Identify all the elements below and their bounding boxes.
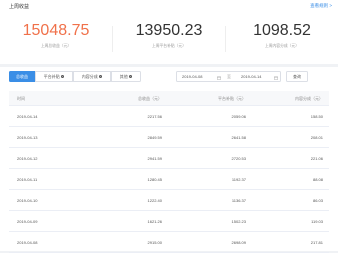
table-row: 2019-04-14 2217.56 2059.06 158.50: [9, 106, 329, 127]
calendar-icon: [217, 76, 221, 80]
cell-date: 2019-04-10: [17, 198, 38, 203]
table-row: 2019-04-08 2915.00 2698.09 217.81: [9, 232, 329, 253]
help-icon[interactable]: ?: [60, 74, 65, 79]
start-date-input[interactable]: 2019-04-08: [182, 72, 202, 82]
cell-content: 119.03: [311, 219, 323, 224]
table-row: 2019-04-12 2941.59 2720.53 221.06: [9, 148, 329, 169]
help-icon[interactable]: ?: [98, 74, 103, 79]
table-row: 2019-04-10 1222.40 1136.37 86.03: [9, 190, 329, 211]
cell-total: 1222.40: [147, 198, 162, 203]
table-header: 时间 总收益（元） 平台补贴（元） 内容分成（元）: [9, 91, 329, 106]
query-button[interactable]: 查询: [286, 71, 308, 82]
cell-total: 2915.00: [147, 240, 162, 245]
cell-total: 2941.59: [147, 156, 162, 161]
end-date-input[interactable]: 2019-04-14: [241, 72, 261, 82]
header-content: 内容分成（元）: [295, 96, 323, 101]
summary-card: 上周收益 查看规则 > 15048.75 上周总收益（元） 13950.23 上…: [0, 0, 338, 64]
cell-content: 217.81: [310, 240, 323, 245]
stat-label: 上周平台补贴（元）: [151, 44, 187, 48]
stats-row: 15048.75 上周总收益（元） 13950.23 上周平台补贴（元） 109…: [0, 22, 338, 58]
date-range-picker[interactable]: 2019-04-08 至 2019-04-14: [176, 71, 281, 82]
cell-date: 2019-04-13: [17, 135, 38, 140]
cell-platform: 2720.53: [231, 156, 246, 161]
cell-platform: 1136.37: [231, 198, 246, 203]
date-separator: 至: [227, 74, 231, 79]
cell-platform: 2059.06: [231, 114, 246, 119]
cell-content: 86.03: [312, 198, 323, 203]
header-date: 时间: [17, 96, 25, 101]
cell-content: 158.50: [310, 114, 323, 119]
stat-value: 15048.75: [22, 22, 90, 39]
stat-platform-subsidy: 13950.23 上周平台补贴（元）: [113, 22, 225, 49]
cell-platform: 1192.37: [231, 177, 246, 182]
header-total: 总收益（元）: [138, 96, 162, 101]
table-row: 2019-04-13 2849.59 2641.58 208.01: [9, 127, 329, 148]
tab-label: 内容分成: [81, 74, 98, 79]
cell-total: 1280.45: [147, 177, 162, 182]
tab-label: 总收益: [16, 74, 28, 79]
cell-platform: 2641.58: [231, 135, 246, 140]
cell-total: 2217.56: [147, 114, 162, 119]
stat-label: 上周总收益（元）: [40, 44, 72, 48]
stat-label: 上周内容分成（元）: [264, 44, 300, 48]
cell-date: 2019-04-14: [17, 114, 38, 119]
tab-content-share[interactable]: 内容分成?: [73, 71, 111, 82]
cell-date: 2019-04-11: [17, 177, 38, 182]
view-rules-link[interactable]: 查看规则 >: [310, 3, 332, 9]
tab-other[interactable]: 其他?: [111, 71, 141, 82]
stat-total-income: 15048.75 上周总收益（元）: [0, 22, 112, 49]
cell-content: 88.08: [312, 177, 323, 182]
table-row: 2019-04-09 1621.26 1502.23 119.03: [9, 211, 329, 232]
calendar-icon: [274, 76, 278, 80]
cell-date: 2019-04-12: [17, 156, 38, 161]
income-table: 时间 总收益（元） 平台补贴（元） 内容分成（元） 2019-04-14 221…: [9, 91, 329, 253]
header-platform: 平台补贴（元）: [218, 96, 246, 101]
detail-card: 总收益 平台补贴? 内容分成? 其他? 2019-04-08 至 2019-04…: [0, 67, 338, 253]
tab-platform-subsidy[interactable]: 平台补贴?: [35, 71, 73, 82]
stat-content-share: 1098.52 上周内容分成（元）: [226, 22, 338, 49]
tab-label: 平台补贴: [43, 74, 60, 79]
help-icon[interactable]: ?: [128, 74, 133, 79]
cell-platform: 1502.23: [231, 219, 246, 224]
stat-value: 1098.52: [253, 22, 311, 39]
tab-label: 其他: [119, 74, 128, 79]
cell-date: 2019-04-09: [17, 219, 38, 224]
cell-total: 1621.26: [147, 219, 162, 224]
summary-title: 上周收益: [9, 4, 30, 10]
stat-value: 13950.23: [135, 22, 203, 39]
cell-content: 221.06: [310, 156, 323, 161]
cell-total: 2849.59: [147, 135, 162, 140]
table-row: 2019-04-11 1280.45 1192.37 88.08: [9, 169, 329, 190]
cell-platform: 2698.09: [231, 240, 246, 245]
cell-date: 2019-04-08: [17, 240, 38, 245]
cell-content: 208.01: [310, 135, 323, 140]
tab-total-income[interactable]: 总收益: [9, 71, 35, 82]
